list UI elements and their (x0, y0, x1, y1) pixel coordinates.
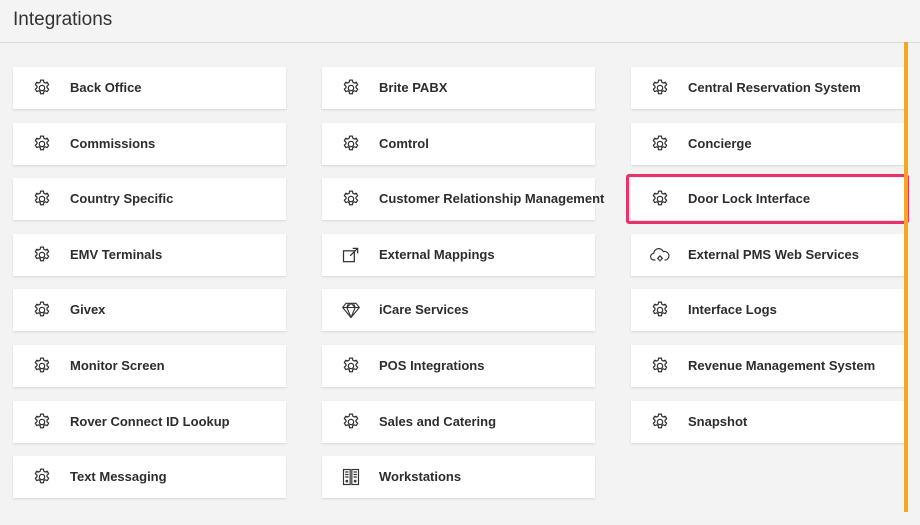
integration-label: Country Specific (70, 191, 174, 206)
integration-label: Brite PABX (379, 80, 448, 95)
integration-label: Comtrol (379, 136, 429, 151)
integration-label: Revenue Management System (688, 358, 876, 373)
gear-icon (32, 78, 52, 98)
integration-tile-interface-logs[interactable]: Interface Logs (631, 289, 904, 331)
integration-label: Workstations (379, 469, 462, 484)
gear-icon (32, 300, 52, 320)
integration-label: Monitor Screen (70, 358, 165, 373)
integration-tile-icare-services[interactable]: iCare Services (322, 289, 595, 331)
workstation-icon (341, 467, 361, 487)
integration-label: Back Office (70, 80, 142, 95)
gear-icon (32, 412, 52, 432)
integration-label: Customer Relationship Management (379, 191, 605, 206)
integration-label: iCare Services (379, 302, 469, 317)
integration-tile-pos-integrations[interactable]: POS Integrations (322, 345, 595, 387)
integration-label: Rover Connect ID Lookup (70, 414, 230, 429)
gear-icon (650, 134, 670, 154)
diamond-icon (341, 300, 361, 320)
integration-label: Text Messaging (70, 469, 167, 484)
integration-tile-sales-and-catering[interactable]: Sales and Catering (322, 401, 595, 443)
integration-tile-revenue-management-system[interactable]: Revenue Management System (631, 345, 904, 387)
integration-label: External Mappings (379, 247, 495, 262)
integration-tile-comtrol[interactable]: Comtrol (322, 123, 595, 165)
integration-tile-external-mappings[interactable]: External Mappings (322, 234, 595, 276)
integration-label: Snapshot (688, 414, 748, 429)
gear-icon (32, 356, 52, 376)
gear-icon (32, 189, 52, 209)
integration-tile-back-office[interactable]: Back Office (13, 67, 286, 109)
integration-tile-monitor-screen[interactable]: Monitor Screen (13, 345, 286, 387)
integration-tile-brite-pabx[interactable]: Brite PABX (322, 67, 595, 109)
integration-label: POS Integrations (379, 358, 485, 373)
integration-tile-country-specific[interactable]: Country Specific (13, 178, 286, 220)
integrations-grid: Back Office Commissions Country Specific EM… (0, 0, 909, 525)
integration-tile-givex[interactable]: Givex (13, 289, 286, 331)
integration-tile-snapshot[interactable]: Snapshot (631, 401, 904, 443)
integration-label: External PMS Web Services (688, 247, 860, 262)
cloud-gear-icon (650, 245, 670, 265)
integration-tile-external-pms-web-services[interactable]: External PMS Web Services (631, 234, 904, 276)
integration-label: Concierge (688, 136, 752, 151)
integration-tile-concierge[interactable]: Concierge (631, 123, 904, 165)
scrollbar[interactable] (904, 42, 908, 512)
gear-icon (341, 134, 361, 154)
gear-icon (341, 78, 361, 98)
integration-tile-customer-relationship-management[interactable]: Customer Relationship Management (322, 178, 604, 220)
gear-icon (650, 78, 670, 98)
integration-label: Givex (70, 302, 106, 317)
integration-tile-workstations[interactable]: Workstations (322, 456, 595, 498)
integration-label: EMV Terminals (70, 247, 163, 262)
gear-icon (341, 189, 361, 209)
gear-icon (650, 300, 670, 320)
gear-icon (650, 189, 670, 209)
gear-icon (341, 356, 361, 376)
gear-icon (32, 245, 52, 265)
integration-tile-rover-connect-id-lookup[interactable]: Rover Connect ID Lookup (13, 401, 286, 443)
integration-tile-text-messaging[interactable]: Text Messaging (13, 456, 286, 498)
integration-tile-central-reservation-system[interactable]: Central Reservation System (631, 67, 904, 109)
integration-label: Interface Logs (688, 302, 777, 317)
gear-icon (32, 134, 52, 154)
gear-icon (650, 356, 670, 376)
integration-tile-door-lock-interface[interactable]: Door Lock Interface (631, 178, 904, 220)
external-link-icon (341, 245, 361, 265)
gear-icon (650, 412, 670, 432)
integration-label: Sales and Catering (379, 414, 497, 429)
integration-tile-commissions[interactable]: Commissions (13, 123, 286, 165)
integration-label: Door Lock Interface (688, 191, 811, 206)
gear-icon (341, 412, 361, 432)
integration-label: Commissions (70, 136, 156, 151)
gear-icon (32, 467, 52, 487)
integration-tile-emv-terminals[interactable]: EMV Terminals (13, 234, 286, 276)
integration-label: Central Reservation System (688, 80, 861, 95)
